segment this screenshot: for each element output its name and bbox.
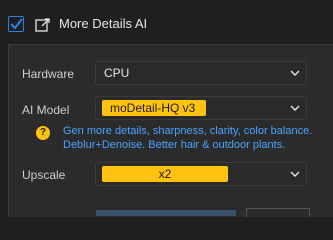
section-header: More Details AI (0, 0, 333, 44)
upscale-select[interactable]: x2 (95, 162, 307, 186)
hardware-label: Hardware (22, 67, 75, 81)
upscale-value: x2 (102, 166, 228, 182)
chevron-down-icon (290, 171, 300, 177)
expand-icon[interactable] (35, 17, 51, 33)
hardware-select[interactable]: CPU (95, 61, 307, 85)
upscale-label: Upscale (22, 168, 66, 182)
enable-checkbox[interactable] (8, 16, 24, 32)
description-line-2: Deblur+Denoise. Better hair & outdoor pl… (63, 139, 286, 151)
partial-control[interactable] (96, 210, 236, 216)
partial-field[interactable] (246, 208, 310, 217)
ai-model-select[interactable]: moDetail-HQ v3 (95, 96, 307, 120)
chevron-down-icon (290, 105, 300, 111)
ai-model-value: moDetail-HQ v3 (102, 100, 206, 116)
ai-model-label: AI Model (22, 103, 70, 117)
help-icon[interactable]: ? (36, 126, 50, 140)
section-title: More Details AI (59, 16, 148, 31)
hardware-value: CPU (104, 66, 130, 80)
description-line-1: Gen more details, sharpness, clarity, co… (63, 125, 313, 137)
chevron-down-icon (290, 70, 300, 76)
checkmark-icon (10, 18, 23, 30)
